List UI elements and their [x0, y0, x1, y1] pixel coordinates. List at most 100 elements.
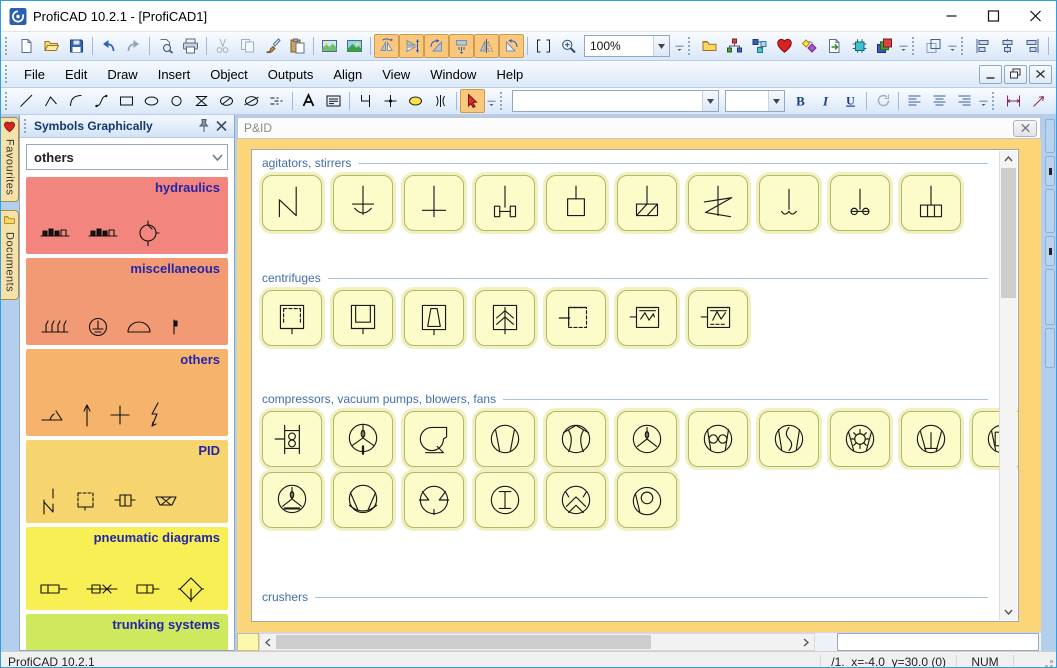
align-center-button[interactable] [995, 34, 1020, 58]
document-close-button[interactable] [1013, 119, 1037, 137]
symbol-tile-compressor-ibeam[interactable] [475, 472, 535, 528]
vertical-scrollbar-thumb[interactable] [1001, 168, 1016, 298]
symbol-tile-compressor-plain[interactable] [475, 411, 535, 467]
bus-button[interactable] [428, 89, 453, 113]
insert-image-2-button[interactable] [342, 34, 367, 58]
horizontal-scrollbar-track[interactable] [276, 634, 798, 650]
ellipse-button[interactable] [139, 89, 164, 113]
maximize-button[interactable] [972, 1, 1014, 31]
menu-help[interactable]: Help [486, 63, 533, 86]
gate-button[interactable] [353, 89, 378, 113]
symbol-tile-agitator-box[interactable] [546, 175, 606, 231]
font-combobox[interactable] [512, 90, 719, 112]
scroll-right-button[interactable] [798, 634, 814, 650]
menu-outputs[interactable]: Outputs [258, 63, 324, 86]
zoom-combobox[interactable]: 100% [584, 35, 670, 57]
flip-vertical-button[interactable] [399, 34, 424, 58]
symbol-tile-agitator-grid-box[interactable] [901, 175, 961, 231]
folder-button[interactable] [697, 34, 722, 58]
align-left-button[interactable] [970, 34, 995, 58]
rotate-left-button[interactable] [499, 34, 524, 58]
symbol-tile-fan-propeller-mount[interactable] [333, 411, 393, 467]
scroll-left-button[interactable] [260, 634, 276, 650]
menu-window[interactable]: Window [420, 63, 486, 86]
heart-button[interactable] [772, 34, 797, 58]
symbol-tile-agitator-helical[interactable] [688, 175, 748, 231]
symbol-group-dropdown[interactable]: others [26, 144, 228, 170]
print-button[interactable] [178, 34, 203, 58]
toolbar-overflow-button[interactable] [946, 35, 959, 58]
right-toolbar-button[interactable] [1044, 328, 1055, 368]
minimize-button[interactable] [930, 1, 972, 31]
menu-file[interactable]: File [14, 63, 55, 86]
italic-button[interactable]: I [813, 89, 838, 113]
select-area-button[interactable] [531, 34, 556, 58]
format-painter-button[interactable] [260, 34, 285, 58]
cut-button[interactable] [210, 34, 235, 58]
align-right-button[interactable] [1020, 34, 1045, 58]
pin-button[interactable] [194, 117, 212, 135]
flip-horizontal-button[interactable] [374, 34, 399, 58]
hourglass-button[interactable] [189, 89, 214, 113]
dock-tab-documents[interactable]: Documents [1, 210, 19, 300]
cross-symbol[interactable] [110, 405, 130, 425]
lightning-symbol[interactable] [148, 402, 162, 428]
symbol-tile-centrifuge-side-feed[interactable] [546, 290, 606, 346]
dock-tab-favourites[interactable]: Favourites [1, 117, 19, 203]
horizontal-scrollbar-thumb[interactable] [276, 635, 651, 649]
menu-edit[interactable]: Edit [55, 63, 97, 86]
symbol-tile-compressor-waisted[interactable] [546, 411, 606, 467]
redo-button[interactable] [121, 34, 146, 58]
arrow-up-symbol[interactable] [82, 403, 92, 427]
hydraulic-unit-symbol[interactable] [88, 227, 118, 239]
resize-grip[interactable] [1040, 655, 1054, 667]
toolbar-overflow-button[interactable] [673, 35, 686, 58]
shapes-button[interactable] [797, 34, 822, 58]
symbol-tile-agitator-flat-paddle[interactable] [404, 175, 464, 231]
symbol-tile-screw-compressor[interactable] [759, 411, 819, 467]
panel-close-button[interactable] [212, 117, 230, 135]
symbol-tile-compressor-ring[interactable] [617, 472, 677, 528]
rotate-text-button[interactable] [870, 89, 895, 113]
tree-button[interactable] [722, 34, 747, 58]
text-align-right-button[interactable] [952, 89, 977, 113]
scroll-down-button[interactable] [1000, 604, 1017, 620]
dim-arrow-button[interactable] [1026, 89, 1051, 113]
cylinder-symbol[interactable] [40, 583, 68, 595]
valve-assembly-symbol[interactable] [86, 583, 118, 595]
pin-flag-symbol[interactable] [170, 319, 178, 335]
polyline-button[interactable] [39, 89, 64, 113]
print-preview-button[interactable] [153, 34, 178, 58]
symbol-tile-centrifuge-zigzag[interactable] [617, 290, 677, 346]
hydraulic-unit-symbol[interactable] [40, 227, 70, 239]
symbol-tile-centrifuge-zigzag-dashed[interactable] [688, 290, 748, 346]
vertical-scrollbar[interactable] [999, 151, 1017, 620]
symbol-tile-compressor-tee[interactable] [901, 411, 961, 467]
insert-image-button[interactable] [317, 34, 342, 58]
select-arrow-button[interactable] [460, 89, 485, 113]
symbol-tile-agitator-hatched-box[interactable] [617, 175, 677, 231]
hydraulic-pump-symbol[interactable] [136, 220, 160, 246]
right-toolbar-button[interactable] [1044, 269, 1055, 325]
dropdown-arrow-icon[interactable] [702, 91, 718, 111]
menu-object[interactable]: Object [200, 63, 258, 86]
open-button[interactable] [39, 34, 64, 58]
document-close-button[interactable] [1029, 64, 1052, 84]
angle-symbol[interactable] [40, 408, 64, 422]
toolbar-overflow-button[interactable] [485, 90, 498, 113]
close-button[interactable] [1014, 1, 1056, 31]
circle-line-button[interactable] [239, 89, 264, 113]
symbol-tile-fan-three-blade-bar[interactable] [262, 472, 322, 528]
symbol-tile-centrifuge-conical[interactable] [404, 290, 464, 346]
symbol-tile-agitator-propeller-loops[interactable] [830, 175, 890, 231]
right-toolbar-button[interactable] [1044, 156, 1055, 186]
dropdown-arrow-icon[interactable] [768, 91, 784, 111]
bold-button[interactable]: B [788, 89, 813, 113]
rect-button[interactable] [114, 89, 139, 113]
right-toolbar-button[interactable] [1044, 119, 1055, 153]
pid-agitator-symbol[interactable] [40, 487, 58, 515]
point-button[interactable] [378, 89, 403, 113]
text-block-button[interactable] [321, 89, 346, 113]
pid-vessel-symbol[interactable] [76, 491, 96, 511]
nodes-button[interactable] [747, 34, 772, 58]
